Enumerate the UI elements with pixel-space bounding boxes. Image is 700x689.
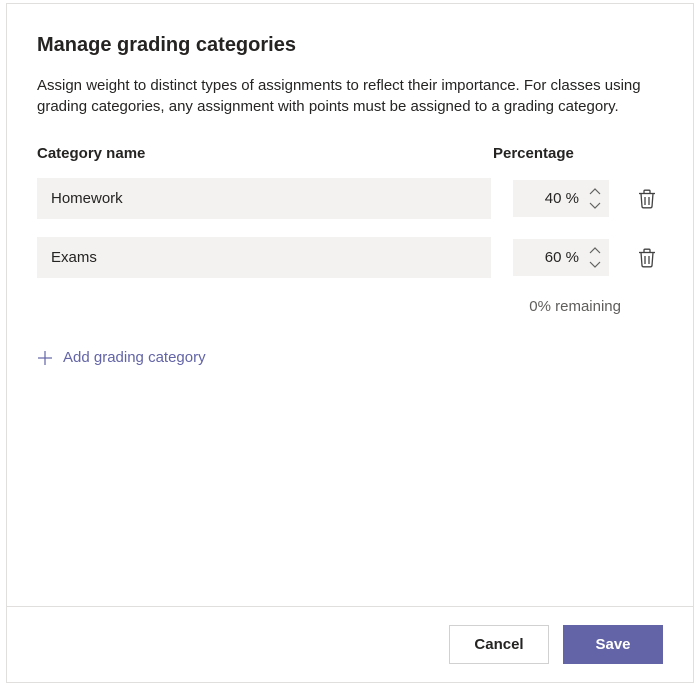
category-row: 60 % [37,237,663,278]
save-button[interactable]: Save [563,625,663,664]
column-headers: Category name Percentage [37,145,663,162]
category-name-input[interactable] [37,178,491,219]
percentage-value: 40 % [525,190,583,207]
delete-category-button[interactable] [631,242,663,274]
chevron-up-icon[interactable] [587,245,603,257]
chevron-down-icon[interactable] [587,258,603,270]
dialog-description: Assign weight to distinct types of assig… [37,75,663,117]
add-grading-category-button[interactable]: Add grading category [37,349,663,366]
delete-category-button[interactable] [631,183,663,215]
category-row: 40 % [37,178,663,219]
manage-grading-categories-dialog: Manage grading categories Assign weight … [6,3,694,683]
percentage-field[interactable]: 60 % [513,239,609,276]
percentage-field[interactable]: 40 % [513,180,609,217]
chevron-down-icon[interactable] [587,199,603,211]
header-category-name: Category name [37,145,493,162]
cancel-button[interactable]: Cancel [449,625,549,664]
remaining-row: 0% remaining [37,298,663,315]
dialog-title: Manage grading categories [37,34,663,57]
category-name-input[interactable] [37,237,491,278]
chevron-up-icon[interactable] [587,186,603,198]
plus-icon [37,350,53,366]
dialog-footer: Cancel Save [7,606,693,682]
percentage-value: 60 % [525,249,583,266]
header-percentage: Percentage [493,145,623,162]
add-grading-category-label: Add grading category [63,349,206,366]
remaining-text: 0% remaining [529,298,621,315]
